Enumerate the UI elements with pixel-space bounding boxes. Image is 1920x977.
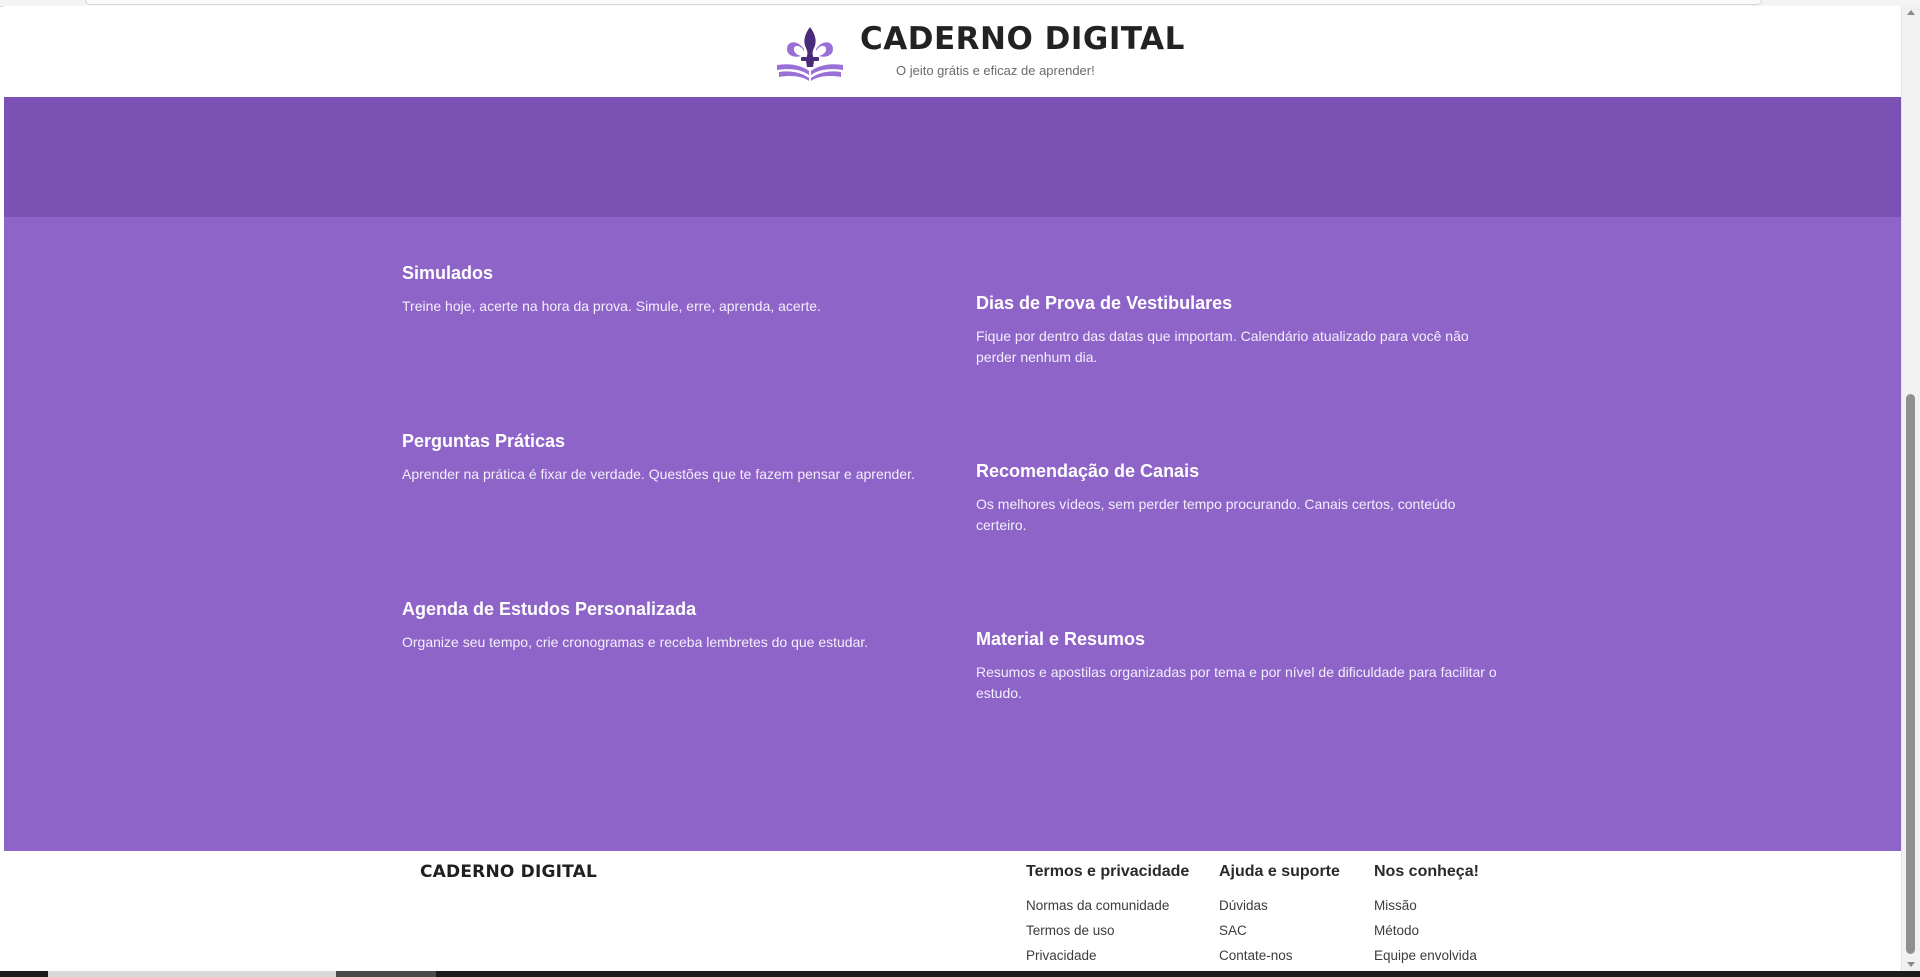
brand-title[interactable]: CADERNO DIGITAL	[860, 24, 1185, 55]
scroll-thumb[interactable]	[1906, 394, 1915, 954]
feature-title: Dias de Prova de Vestibulares	[976, 293, 1233, 313]
footer-link-termos-de-uso[interactable]: Termos de uso	[1026, 918, 1189, 943]
feature-description: Fique por dentro das datas que importam.…	[976, 327, 1469, 365]
taskbar-segment	[48, 971, 336, 977]
feature-card-agenda-de-estudos: Agenda de Estudos Personalizada Organize…	[402, 599, 927, 653]
feature-card-perguntas-praticas: Perguntas Práticas Aprender na prática é…	[402, 431, 927, 485]
footer-link-contate-nos[interactable]: Contate-nos	[1219, 943, 1340, 968]
footer-link-equipe[interactable]: Equipe envolvida	[1374, 943, 1479, 968]
footer-column-nos-conheca: Nos conheça! Missão Método Equipe envolv…	[1374, 862, 1479, 968]
hero-band	[4, 97, 1901, 217]
scroll-up-arrow-icon[interactable]	[1907, 10, 1915, 15]
taskbar-strip	[0, 971, 1920, 977]
feature-description: Treine hoje, acerte na hora da prova. Si…	[402, 297, 821, 314]
footer-column-ajuda: Ajuda e suporte Dúvidas SAC Contate-nos	[1219, 862, 1340, 968]
footer-column-heading: Termos e privacidade	[1026, 863, 1190, 880]
vertical-scrollbar[interactable]	[1901, 6, 1920, 971]
feature-description: Organize seu tempo, crie cronogramas e r…	[402, 633, 869, 650]
site-header: CADERNO DIGITAL O jeito grátis e eficaz …	[4, 6, 1901, 97]
feature-description: Aprender na prática é fixar de verdade. …	[402, 465, 915, 482]
fleur-de-lis-book-icon[interactable]	[775, 25, 845, 83]
feature-card-dias-de-prova: Dias de Prova de Vestibulares Fique por …	[976, 293, 1501, 368]
features-section: Simulados Treine hoje, acerte na hora da…	[4, 217, 1901, 852]
feature-title: Simulados	[402, 263, 494, 283]
feature-card-material-e-resumos: Material e Resumos Resumos e apostilas o…	[976, 629, 1501, 704]
feature-card-recomendacao-de-canais: Recomendação de Canais Os melhores vídeo…	[976, 461, 1501, 536]
feature-title: Recomendação de Canais	[976, 461, 1200, 481]
taskbar-segment	[336, 971, 436, 977]
feature-description: Resumos e apostilas organizadas por tema…	[976, 663, 1497, 701]
feature-description: Os melhores vídeos, sem perder tempo pro…	[976, 495, 1456, 533]
footer-link-normas[interactable]: Normas da comunidade	[1026, 893, 1189, 918]
feature-title: Agenda de Estudos Personalizada	[402, 599, 697, 619]
footer-link-duvidas[interactable]: Dúvidas	[1219, 893, 1340, 918]
site-footer: CADERNO DIGITAL Termos e privacidade Nor…	[4, 851, 1901, 971]
browser-tab-edge	[85, 0, 1762, 5]
scroll-down-arrow-icon[interactable]	[1907, 962, 1915, 967]
footer-link-sac[interactable]: SAC	[1219, 918, 1340, 943]
footer-column-heading: Nos conheça!	[1374, 863, 1479, 880]
page: CADERNO DIGITAL O jeito grátis e eficaz …	[4, 6, 1901, 971]
feature-title: Perguntas Práticas	[402, 431, 566, 451]
footer-link-metodo[interactable]: Método	[1374, 918, 1479, 943]
footer-column-termos: Termos e privacidade Normas da comunidad…	[1026, 862, 1189, 968]
footer-link-privacidade[interactable]: Privacidade	[1026, 943, 1189, 968]
footer-column-heading: Ajuda e suporte	[1219, 863, 1340, 880]
footer-brand[interactable]: CADERNO DIGITAL	[420, 862, 597, 882]
feature-card-simulados: Simulados Treine hoje, acerte na hora da…	[402, 263, 927, 317]
brand-tagline: O jeito grátis e eficaz de aprender!	[896, 63, 1095, 78]
footer-link-missao[interactable]: Missão	[1374, 893, 1479, 918]
feature-title: Material e Resumos	[976, 629, 1146, 649]
